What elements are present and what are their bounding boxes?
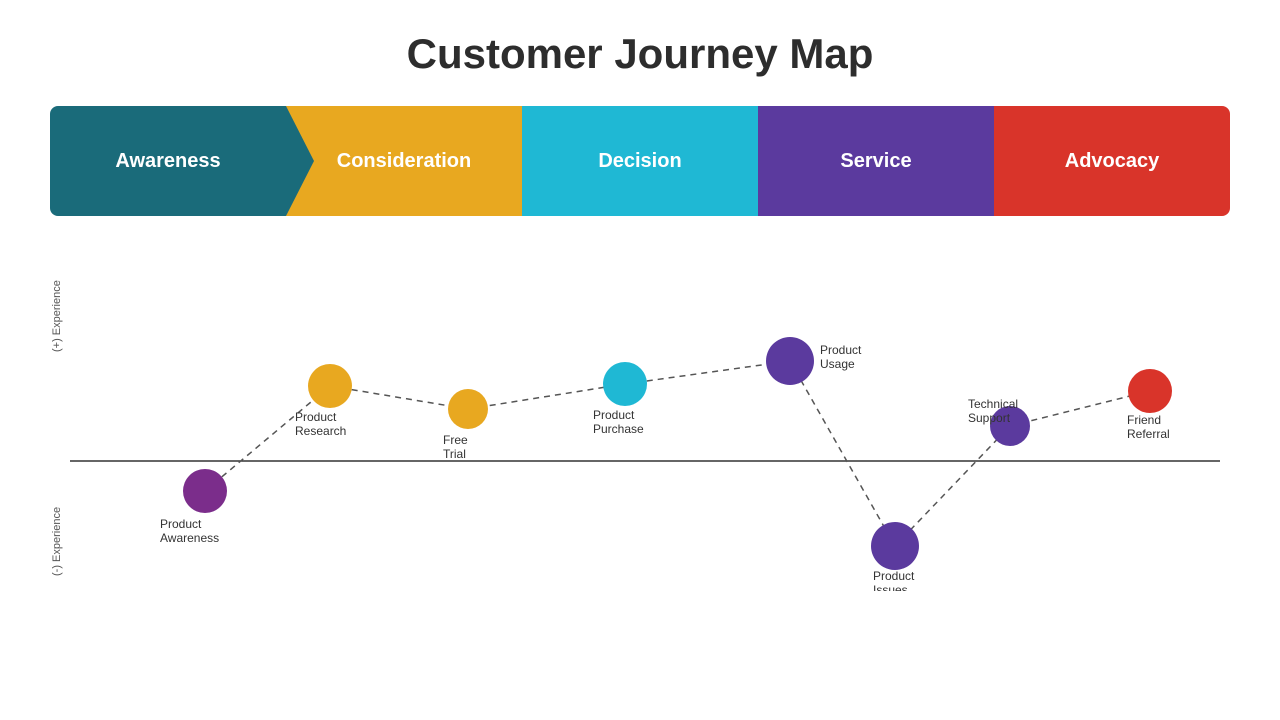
segment-consideration: Consideration [286, 106, 522, 216]
segment-decision-label: Decision [598, 150, 681, 173]
label-product-issues: Product [873, 569, 915, 583]
chart-area: (+) Experience (-) Experience [50, 246, 1230, 591]
dot-product-issues [871, 522, 919, 570]
dot-product-purchase [603, 362, 647, 406]
label-product-usage: Product [820, 343, 862, 357]
dot-product-usage [766, 337, 814, 385]
chart-svg: Product Awareness Product Research Free … [50, 246, 1230, 591]
label-friend-referral-2: Referral [1127, 427, 1170, 441]
dot-product-awareness [183, 469, 227, 513]
label-product-research: Product [295, 410, 337, 424]
dot-free-trial [448, 389, 488, 429]
label-product-purchase: Product [593, 408, 635, 422]
segment-service: Service [758, 106, 994, 216]
dot-product-research [308, 364, 352, 408]
label-technical-support: Technical [968, 397, 1018, 411]
label-product-issues-2: Issues [873, 583, 908, 591]
page-container: Customer Journey Map Awareness Considera… [0, 0, 1280, 720]
label-product-purchase-2: Purchase [593, 422, 644, 436]
label-product-usage-2: Usage [820, 357, 855, 371]
label-free-trial-2: Trial [443, 447, 466, 461]
segment-awareness: Awareness [50, 106, 286, 216]
segment-advocacy: Advocacy [994, 106, 1230, 216]
label-technical-support-2: Support [968, 411, 1011, 425]
segment-decision: Decision [522, 106, 758, 216]
label-friend-referral: Friend [1127, 413, 1161, 427]
segment-awareness-label: Awareness [115, 150, 220, 173]
label-product-awareness: Product [160, 517, 202, 531]
segment-advocacy-label: Advocacy [1065, 150, 1160, 173]
label-free-trial: Free [443, 433, 468, 447]
label-product-research-2: Research [295, 424, 346, 438]
segment-consideration-label: Consideration [337, 150, 471, 173]
dot-friend-referral [1128, 369, 1172, 413]
page-title: Customer Journey Map [50, 30, 1230, 78]
arrow-banner: Awareness Consideration Decision Service… [50, 106, 1230, 216]
segment-service-label: Service [840, 150, 911, 173]
label-product-awareness-2: Awareness [160, 531, 219, 545]
